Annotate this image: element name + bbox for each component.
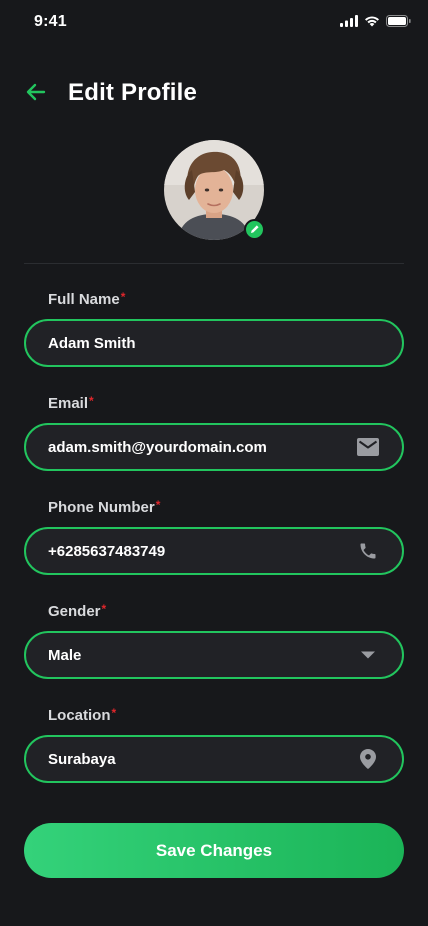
full-name-label-text: Full Name bbox=[48, 291, 120, 308]
email-field: Email* adam.smith@yourdomain.com bbox=[24, 394, 404, 471]
phone-value: +6285637483749 bbox=[48, 542, 166, 560]
gender-label: Gender* bbox=[48, 602, 404, 622]
full-name-label: Full Name* bbox=[48, 290, 404, 310]
status-time: 9:41 bbox=[34, 13, 67, 30]
required-mark: * bbox=[101, 602, 107, 616]
gender-label-text: Gender bbox=[48, 603, 101, 620]
required-mark: * bbox=[111, 706, 117, 720]
caret-down-icon bbox=[356, 643, 380, 667]
email-label: Email* bbox=[48, 394, 404, 414]
full-name-input[interactable]: Adam Smith bbox=[24, 319, 404, 367]
required-mark: * bbox=[120, 290, 126, 304]
page-title: Edit Profile bbox=[68, 79, 198, 106]
phone-label-text: Phone Number bbox=[48, 499, 155, 516]
phone-field: Phone Number* +6285637483749 bbox=[24, 498, 404, 575]
location-field: Location* Surabaya bbox=[24, 706, 404, 783]
email-value: adam.smith@yourdomain.com bbox=[48, 438, 267, 456]
full-name-value: Adam Smith bbox=[48, 334, 136, 352]
pencil-icon bbox=[250, 221, 260, 239]
gender-value: Male bbox=[48, 646, 82, 664]
save-changes-button[interactable]: Save Changes bbox=[24, 823, 404, 878]
gender-select[interactable]: Male bbox=[24, 631, 404, 679]
signal-icon bbox=[340, 15, 358, 27]
header: Edit Profile bbox=[0, 72, 428, 116]
email-input[interactable]: adam.smith@yourdomain.com bbox=[24, 423, 404, 471]
wifi-icon bbox=[364, 15, 380, 27]
gender-field: Gender* Male bbox=[24, 602, 404, 679]
back-button[interactable] bbox=[22, 80, 50, 108]
mail-icon bbox=[356, 435, 380, 459]
phone-input[interactable]: +6285637483749 bbox=[24, 527, 404, 575]
location-pin-icon bbox=[356, 747, 380, 771]
required-mark: * bbox=[155, 498, 161, 512]
email-label-text: Email bbox=[48, 395, 89, 412]
location-input[interactable]: Surabaya bbox=[24, 735, 404, 783]
location-value: Surabaya bbox=[48, 750, 116, 768]
location-label-text: Location bbox=[48, 707, 111, 724]
divider bbox=[24, 263, 404, 264]
phone-icon bbox=[356, 539, 380, 563]
required-mark: * bbox=[89, 394, 94, 408]
phone-label: Phone Number* bbox=[48, 498, 404, 518]
location-label: Location* bbox=[48, 706, 404, 726]
battery-icon bbox=[386, 15, 411, 27]
full-name-field: Full Name* Adam Smith bbox=[24, 290, 404, 367]
edit-avatar-button[interactable] bbox=[244, 219, 265, 240]
arrow-left-icon bbox=[26, 83, 46, 106]
avatar-section bbox=[164, 140, 266, 242]
status-icons bbox=[340, 15, 411, 27]
status-bar: 9:41 bbox=[0, 0, 428, 44]
